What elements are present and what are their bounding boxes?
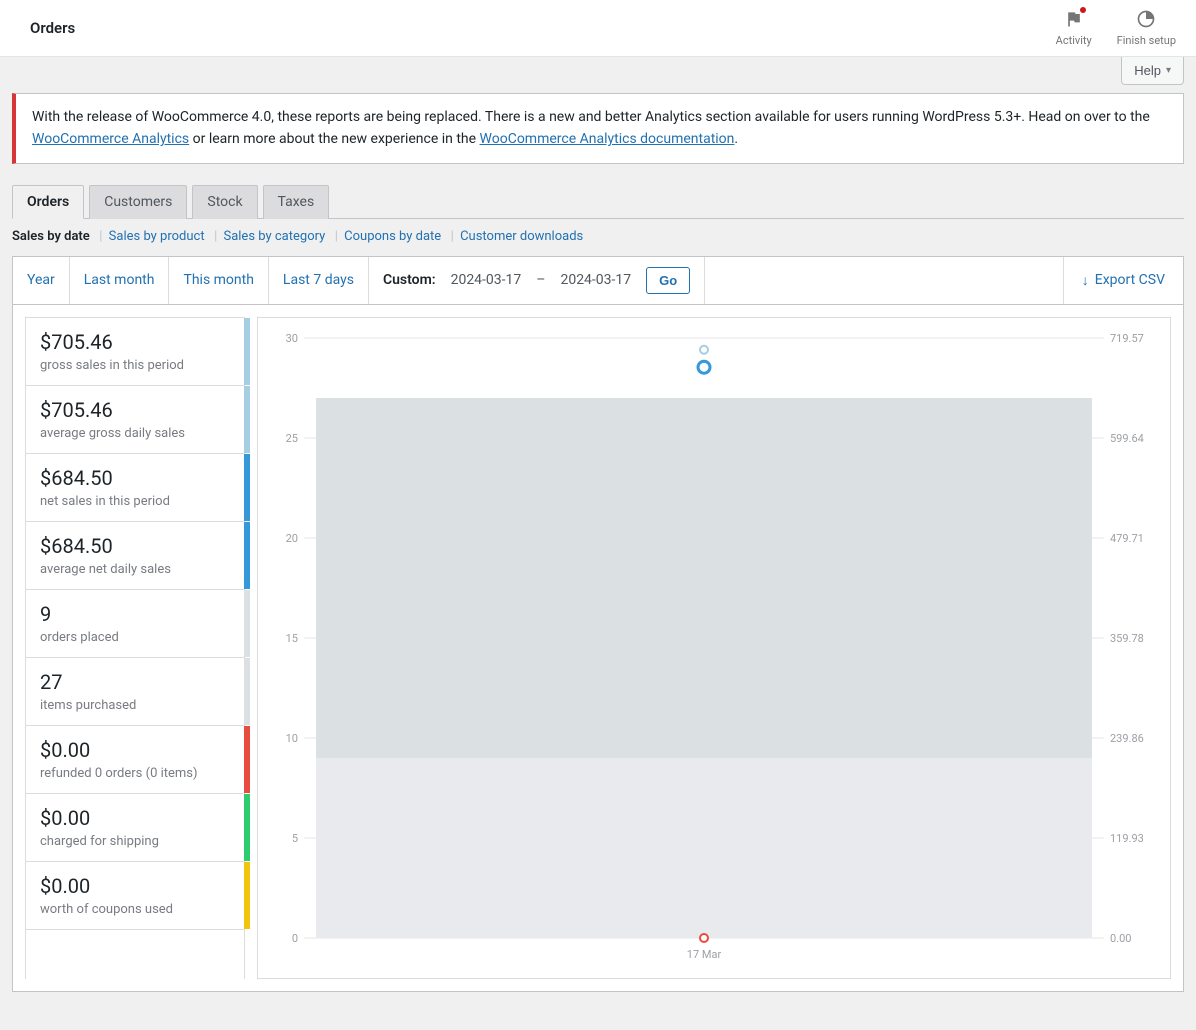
svg-text:10: 10: [286, 732, 298, 745]
range-this-month[interactable]: This month: [169, 257, 268, 304]
stat-label: orders placed: [40, 630, 230, 645]
range-last-7-days[interactable]: Last 7 days: [269, 257, 369, 304]
stat-card[interactable]: $0.00 worth of coupons used: [26, 862, 244, 930]
svg-text:0: 0: [292, 932, 298, 945]
stat-value: $0.00: [40, 738, 230, 762]
help-dropdown[interactable]: Help: [1121, 57, 1184, 85]
svg-text:0.00: 0.00: [1110, 932, 1131, 945]
stat-color: [244, 862, 250, 929]
report-box: Year Last month This month Last 7 days C…: [12, 256, 1184, 992]
stat-value: $684.50: [40, 534, 230, 558]
stat-color: [244, 454, 250, 521]
stat-card[interactable]: $705.46 gross sales in this period: [26, 318, 244, 386]
range-year[interactable]: Year: [13, 257, 70, 304]
stat-color: [244, 590, 250, 657]
custom-label: Custom:: [383, 272, 436, 288]
progress-circle-icon: [1136, 9, 1156, 32]
stat-label: gross sales in this period: [40, 358, 230, 373]
subnav-link[interactable]: Sales by product: [109, 229, 205, 244]
stat-label: worth of coupons used: [40, 902, 230, 917]
date-from[interactable]: 2024-03-17: [451, 272, 522, 288]
page-title: Orders: [30, 19, 75, 37]
stat-card[interactable]: $0.00 charged for shipping: [26, 794, 244, 862]
stat-label: charged for shipping: [40, 834, 230, 849]
stat-value: $705.46: [40, 330, 230, 354]
svg-text:17 Mar: 17 Mar: [687, 948, 722, 961]
stat-value: 9: [40, 602, 230, 626]
date-to[interactable]: 2024-03-17: [560, 272, 631, 288]
chart: 0 5 10 15 20 25 30 0.00 119.93 239.86 359.78 479.71…: [268, 328, 1160, 968]
tab-taxes[interactable]: Taxes: [263, 185, 330, 219]
stat-color: [244, 726, 250, 793]
subnav-link[interactable]: Sales by category: [223, 229, 325, 244]
stat-card[interactable]: $684.50 net sales in this period: [26, 454, 244, 522]
stat-card[interactable]: 27 items purchased: [26, 658, 244, 726]
subnav-current[interactable]: Sales by date: [12, 229, 90, 244]
flag-icon: [1064, 9, 1084, 32]
range-custom: Custom: 2024-03-17 – 2024-03-17 Go: [369, 257, 705, 304]
analytics-doc-link[interactable]: WooCommerce Analytics documentation: [480, 131, 735, 147]
stat-color: [244, 658, 250, 725]
finish-setup-label: Finish setup: [1117, 34, 1176, 47]
svg-text:359.78: 359.78: [1110, 632, 1144, 645]
stat-label: refunded 0 orders (0 items): [40, 766, 230, 781]
stat-value: $0.00: [40, 806, 230, 830]
svg-text:599.64: 599.64: [1110, 432, 1144, 445]
svg-text:30: 30: [286, 332, 298, 345]
range-last-month[interactable]: Last month: [70, 257, 170, 304]
help-row: Help: [0, 57, 1196, 85]
stat-color: [244, 794, 250, 861]
topbar: Orders Activity Finish setup: [0, 0, 1196, 57]
svg-text:119.93: 119.93: [1110, 832, 1144, 845]
stat-color: [244, 522, 250, 589]
svg-text:15: 15: [286, 632, 298, 645]
report-body: $705.46gross sales in this period$705.46…: [13, 305, 1183, 991]
go-button[interactable]: Go: [646, 267, 690, 294]
stat-value: 27: [40, 670, 230, 694]
activity-label: Activity: [1056, 34, 1092, 47]
svg-text:719.57: 719.57: [1110, 332, 1144, 345]
report-subnav: Sales by date | Sales by product | Sales…: [12, 219, 1184, 256]
stat-card[interactable]: 9 orders placed: [26, 590, 244, 658]
tab-orders[interactable]: Orders: [12, 185, 84, 219]
stat-card[interactable]: $705.46 average gross daily sales: [26, 386, 244, 454]
range-row: Year Last month This month Last 7 days C…: [13, 257, 1183, 305]
activity-button[interactable]: Activity: [1056, 9, 1092, 47]
subnav-link[interactable]: Customer downloads: [460, 229, 583, 244]
tab-customers[interactable]: Customers: [89, 185, 187, 219]
stats-sidebar: $705.46gross sales in this period$705.46…: [25, 317, 245, 979]
stat-color: [244, 318, 250, 385]
stat-color: [244, 386, 250, 453]
subnav-link[interactable]: Coupons by date: [344, 229, 441, 244]
svg-text:479.71: 479.71: [1110, 532, 1144, 545]
stat-label: average net daily sales: [40, 562, 230, 577]
analytics-link[interactable]: WooCommerce Analytics: [32, 131, 189, 147]
svg-text:20: 20: [286, 532, 298, 545]
stat-value: $705.46: [40, 398, 230, 422]
stat-label: net sales in this period: [40, 494, 230, 509]
export-csv-link[interactable]: Export CSV: [1063, 257, 1183, 304]
finish-setup-button[interactable]: Finish setup: [1117, 9, 1176, 47]
stat-card[interactable]: $684.50 average net daily sales: [26, 522, 244, 590]
stat-label: items purchased: [40, 698, 230, 713]
deprecation-notice: With the release of WooCommerce 4.0, the…: [12, 93, 1184, 164]
topbar-actions: Activity Finish setup: [1056, 9, 1176, 47]
chart-area: 0 5 10 15 20 25 30 0.00 119.93 239.86 359.78 479.71…: [257, 317, 1171, 979]
stat-value: $0.00: [40, 874, 230, 898]
stat-label: average gross daily sales: [40, 426, 230, 441]
svg-text:239.86: 239.86: [1110, 732, 1144, 745]
tab-stock[interactable]: Stock: [192, 185, 257, 219]
stat-card[interactable]: $0.00 refunded 0 orders (0 items): [26, 726, 244, 794]
svg-text:5: 5: [292, 832, 298, 845]
stat-value: $684.50: [40, 466, 230, 490]
svg-text:25: 25: [286, 432, 298, 445]
report-tabs: Orders Customers Stock Taxes: [12, 184, 1184, 219]
